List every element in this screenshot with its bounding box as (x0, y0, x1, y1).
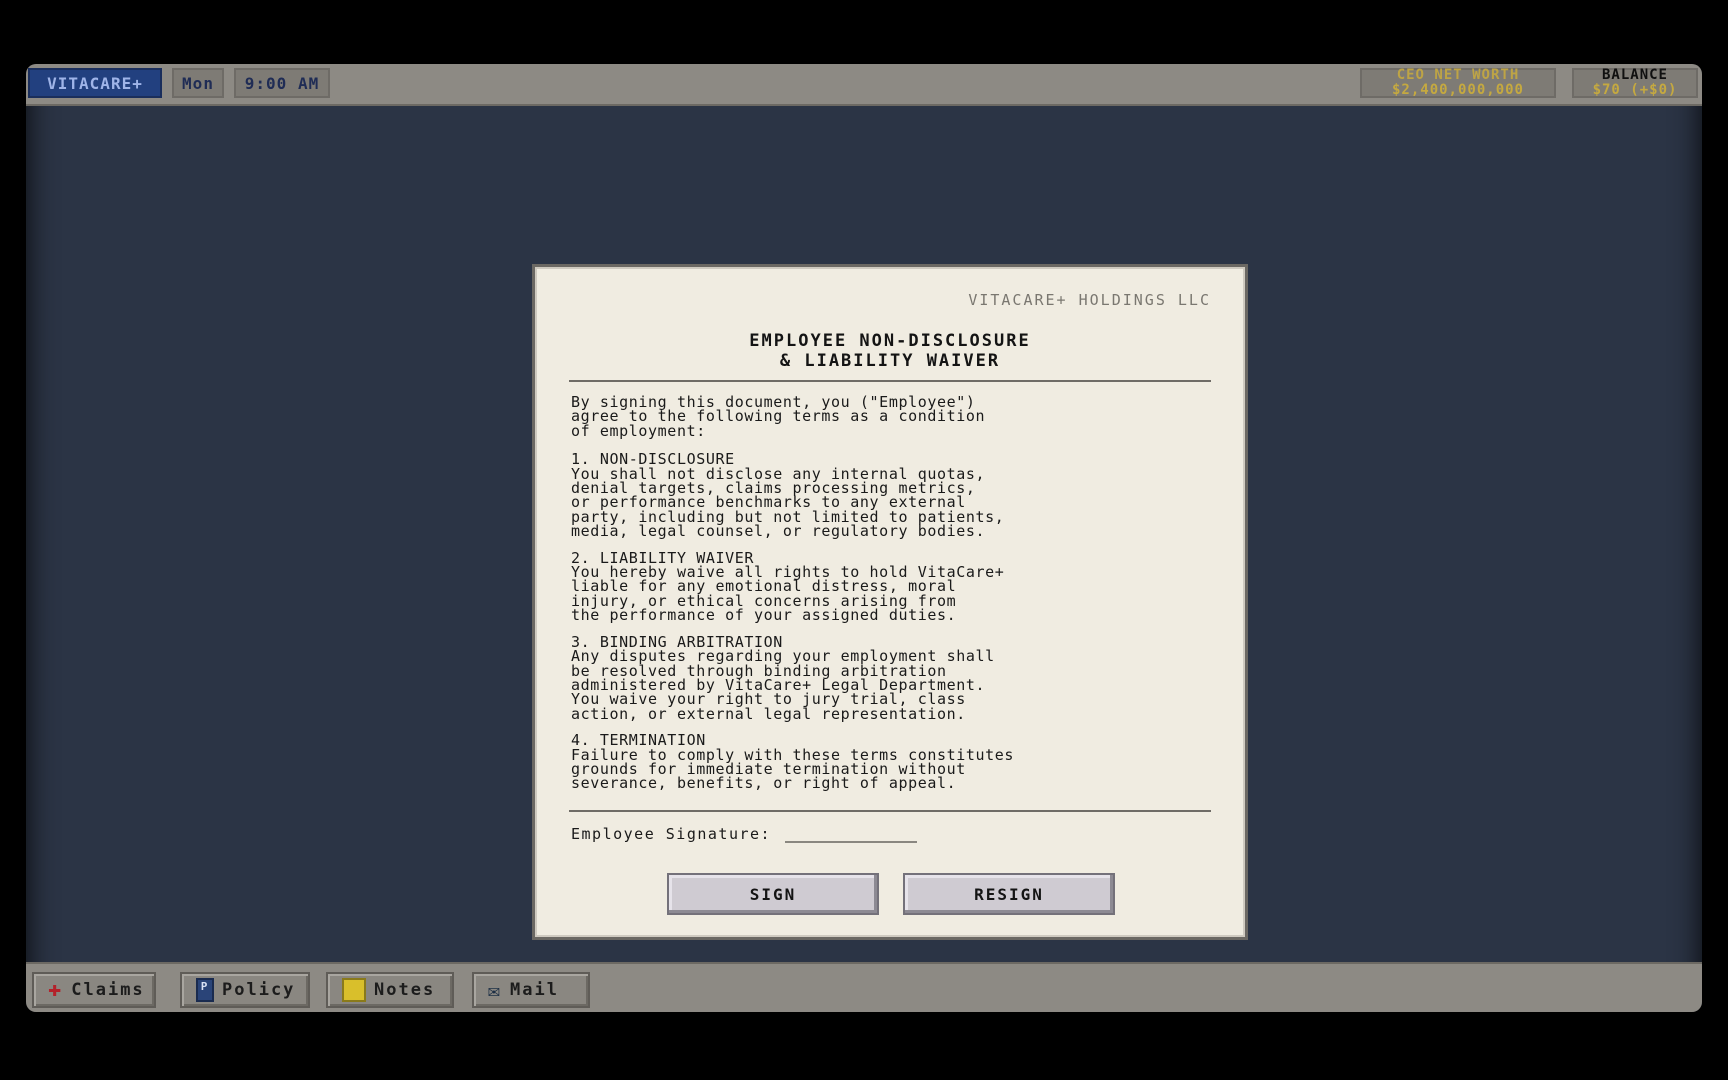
ceo-net-worth-value: $2,400,000,000 (1391, 82, 1524, 98)
signature-line[interactable] (785, 829, 918, 843)
signature-row: Employee Signature: (571, 825, 918, 843)
intro-text: By signing this document, you ("Employee… (571, 393, 986, 440)
company-name: VITACARE+ HOLDINGS LLC (968, 291, 1211, 309)
brand-label: VITACARE+ (28, 68, 162, 98)
balance-value: $70 (+$0) (1592, 82, 1678, 98)
sticky-note-icon (342, 978, 366, 1002)
document-title: EMPLOYEE NON-DISCLOSURE & LIABILITY WAIV… (535, 331, 1245, 371)
section-termination: 4. TERMINATION Failure to comply with th… (571, 732, 1221, 793)
taskbar: ✚ Claims P Policy Notes ✉ Mail (26, 962, 1702, 1012)
game-screen: VITACARE+ Mon 9:00 AM CEO NET WORTH $2,4… (26, 64, 1702, 1012)
section-text: Failure to comply with these terms const… (571, 745, 1015, 793)
envelope-icon: ✉ (488, 978, 503, 1002)
policy-label: Policy (222, 980, 296, 1000)
red-cross-icon: ✚ (48, 977, 64, 1002)
ceo-net-worth: CEO NET WORTH $2,400,000,000 (1360, 68, 1556, 98)
mail-button[interactable]: ✉ Mail (472, 972, 590, 1008)
section-binding-arbitration: 3. BINDING ARBITRATION Any disputes rega… (571, 634, 1221, 723)
section-text: You shall not disclose any internal quot… (571, 464, 1005, 541)
notes-button[interactable]: Notes (326, 972, 454, 1008)
section-non-disclosure: 1. NON-DISCLOSURE You shall not disclose… (571, 452, 1221, 541)
day-indicator: Mon (172, 68, 224, 98)
section-text: You hereby waive all rights to hold Vita… (571, 563, 1005, 625)
divider-top (569, 380, 1211, 382)
section-liability-waiver: 2. LIABILITY WAIVER You hereby waive all… (571, 550, 1221, 625)
mail-label: Mail (510, 980, 559, 1000)
claims-button[interactable]: ✚ Claims (32, 972, 156, 1008)
policy-book-icon: P (196, 978, 214, 1002)
claims-label: Claims (71, 980, 145, 1000)
top-status-bar: VITACARE+ Mon 9:00 AM CEO NET WORTH $2,4… (26, 64, 1702, 106)
title-line-2: & LIABILITY WAIVER (779, 351, 1001, 371)
balance: BALANCE $70 (+$0) (1572, 68, 1698, 98)
nda-document-modal: VITACARE+ HOLDINGS LLC EMPLOYEE NON-DISC… (532, 264, 1248, 940)
sign-button[interactable]: SIGN (667, 873, 879, 915)
ceo-net-worth-label: CEO NET WORTH (1396, 67, 1520, 83)
document-body: By signing this document, you ("Employee… (571, 393, 1221, 803)
clock: 9:00 AM (234, 68, 330, 98)
section-text: Any disputes regarding your employment s… (571, 647, 995, 723)
policy-button[interactable]: P Policy (180, 972, 310, 1008)
resign-button[interactable]: RESIGN (903, 873, 1115, 915)
notes-label: Notes (374, 980, 436, 1000)
title-line-1: EMPLOYEE NON-DISCLOSURE (749, 331, 1031, 351)
balance-label: BALANCE (1601, 67, 1668, 83)
signature-label: Employee Signature: (571, 825, 772, 843)
divider-bottom (569, 810, 1211, 812)
